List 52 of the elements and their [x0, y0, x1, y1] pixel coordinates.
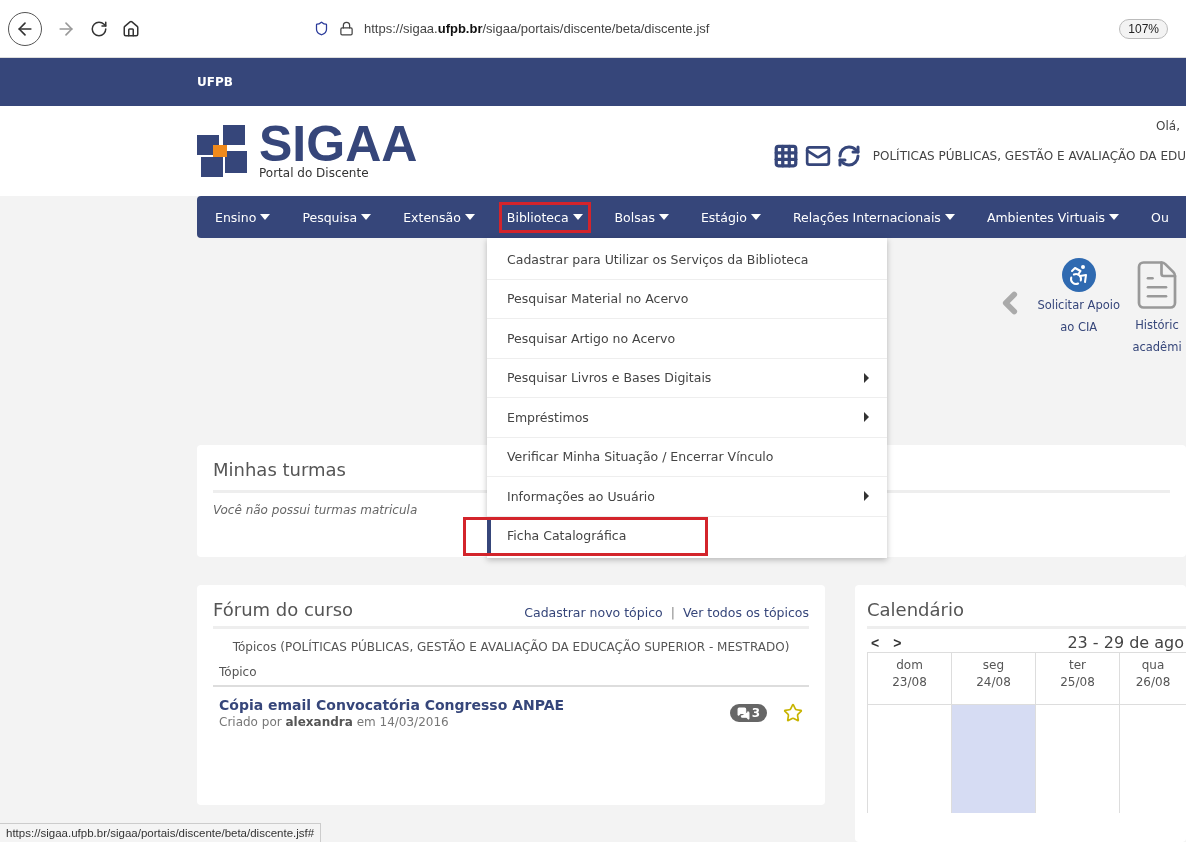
card-title: Fórum do curso	[213, 599, 354, 620]
next-button[interactable]: >	[893, 634, 902, 651]
menu-item[interactable]: Biblioteca	[498, 201, 591, 233]
shortcut-link[interactable]: Históric acadêmi	[1130, 258, 1184, 356]
home-button[interactable]	[122, 19, 140, 38]
reload-button[interactable]	[90, 19, 108, 38]
new-topic-link[interactable]: Cadastrar novo tópico	[524, 605, 663, 620]
menu-item[interactable]: Ambientes Virtuais	[978, 201, 1128, 233]
topics-caption: Tópicos (POLÍTICAS PÚBLICAS, GESTÃO E AVALIAÇÃO DA EDUCAÇÃO SUPERIOR - MESTRADO)	[231, 638, 791, 656]
column-header: Tópico	[213, 663, 809, 687]
course-name: POLÍTICAS PÚBLICAS, GESTÃO E AVALIAÇÃO DA EDU	[872, 149, 1186, 163]
previous-button[interactable]: <	[871, 634, 880, 651]
menu-item[interactable]: Ensino	[207, 201, 279, 233]
dropdown-item[interactable]: Empréstimos	[487, 398, 887, 438]
accessibility-icon	[1061, 258, 1096, 292]
speech-bubbles-icon	[736, 706, 750, 720]
home-icon	[122, 19, 140, 38]
empty-message: Você não possui turmas matricula	[213, 503, 419, 517]
dropdown-item[interactable]: Cadastrar para Utilizar os Serviços da Biblioteca	[487, 240, 887, 280]
dropdown-item[interactable]: Pesquisar Artigo no Acervo	[487, 319, 887, 359]
star-icon[interactable]	[783, 703, 803, 723]
refresh-icon[interactable]	[836, 144, 861, 168]
menu-item[interactable]: Extensão	[395, 201, 483, 233]
logo-subtitle: Portal do Discente	[259, 166, 370, 180]
card-title: Calendário	[867, 599, 1186, 629]
lock-icon	[339, 21, 354, 36]
zoom-level[interactable]: 107%	[1119, 18, 1168, 39]
mail-icon[interactable]	[804, 143, 831, 169]
top-bar-title: UFPB	[197, 75, 233, 89]
date-range: 23 - 29 de ago	[1067, 633, 1184, 652]
grid-icon[interactable]	[772, 143, 799, 169]
menu-item[interactable]: Ou	[1143, 201, 1177, 233]
dropdown-item[interactable]: Informações ao Usuário	[487, 477, 887, 517]
reload-icon	[90, 19, 108, 38]
address-field[interactable]: https://sigaa.ufpb.br/sigaa/portais/discente/beta/discente.jsf	[364, 21, 1110, 36]
shortcut-link[interactable]: Solicitar Apoio ao CIA	[1037, 258, 1120, 336]
topic-link[interactable]: Cópia email Convocatória Congresso ANPAE	[219, 697, 730, 713]
logo-text: SIGAA	[259, 122, 418, 166]
greeting: Olá,	[1156, 119, 1180, 133]
link-separator: |	[670, 605, 675, 620]
status-bar: https://sigaa.ufpb.br/sigaa/portais/discente/beta/discente.jsf#	[0, 823, 322, 842]
topic-meta: Criado por alexandra em 14/03/2016	[219, 715, 450, 729]
all-topics-link[interactable]: Ver todos os tópicos	[682, 605, 809, 620]
dropdown-item[interactable]: Pesquisar Material no Acervo	[487, 279, 887, 319]
shield-icon	[314, 21, 329, 36]
menu-item[interactable]: Relações Internacionais	[784, 201, 963, 233]
reply-count: 3	[729, 704, 767, 722]
dropdown-item[interactable]: Pesquisar Livros e Bases Digitais	[487, 358, 887, 398]
menu-item[interactable]: Bolsas	[606, 201, 677, 233]
menu-item[interactable]: Pesquisa	[294, 201, 380, 233]
dropdown-item[interactable]: Ficha Catalográfica	[463, 516, 708, 556]
menu-item[interactable]: Estágio	[692, 201, 769, 233]
